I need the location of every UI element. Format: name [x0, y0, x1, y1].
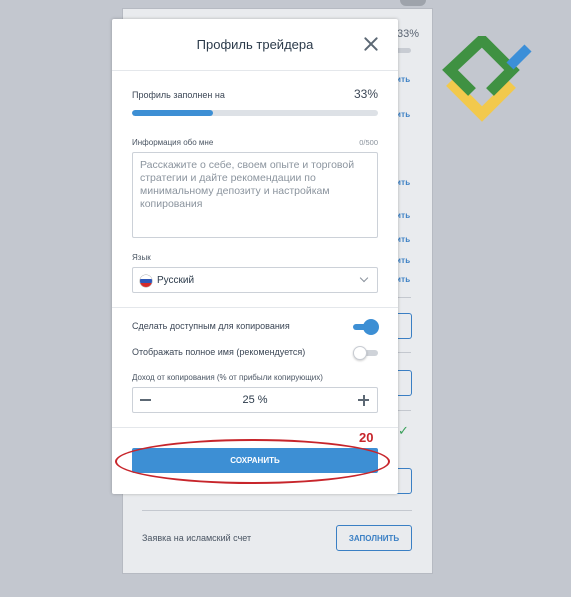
background-link: ить: [396, 256, 411, 265]
fill-button[interactable]: ЗАПОЛНИТЬ: [336, 525, 412, 551]
background-link: ить: [396, 75, 411, 84]
profile-progress-label: Профиль заполнен на: [132, 90, 225, 100]
background-link: ить: [396, 275, 411, 284]
modal-header: Профиль трейдера: [112, 19, 398, 71]
show-full-name-toggle[interactable]: [353, 346, 378, 360]
annotation-step-number: 20: [359, 430, 374, 445]
background-percent: 33%: [397, 28, 420, 40]
show-full-name-label: Отображать полное имя (рекомендуется): [132, 347, 306, 357]
about-textarea[interactable]: [132, 152, 378, 238]
background-progress-bar: [396, 48, 411, 53]
check-icon: ✓: [398, 423, 409, 438]
background-button: [396, 313, 412, 339]
about-char-counter: 0/500: [359, 138, 378, 147]
copy-income-label: Доход от копирования (% от прибыли копир…: [132, 373, 323, 382]
annotation-highlight-oval: [115, 439, 390, 484]
background-divider: [142, 510, 412, 511]
language-label: Язык: [132, 253, 151, 262]
litefinance-logo-icon: [442, 36, 532, 122]
background-button: [396, 468, 412, 494]
profile-progress-fill: [132, 110, 214, 116]
background-divider: [396, 297, 411, 298]
background-divider: [396, 352, 411, 353]
minus-icon[interactable]: [133, 388, 159, 412]
background-link: ить: [396, 235, 411, 244]
copy-enabled-label: Сделать доступным для копирования: [132, 321, 290, 331]
modal-title: Профиль трейдера: [196, 37, 314, 52]
language-value: Русский: [157, 275, 195, 286]
copy-income-value[interactable]: 25 %: [163, 394, 347, 406]
islamic-account-label: Заявка на исламский счет: [142, 533, 252, 543]
profile-progress-value: 33%: [353, 87, 378, 101]
divider: [112, 427, 398, 428]
plus-icon[interactable]: [351, 388, 377, 412]
background-avatar: [400, 0, 426, 6]
divider: [112, 307, 398, 308]
copy-income-stepper: 25 %: [132, 387, 378, 413]
language-select[interactable]: Русский: [132, 267, 378, 293]
background-divider: [396, 410, 411, 411]
background-link: ить: [396, 178, 411, 187]
russian-flag-icon: [140, 275, 152, 287]
background-link: ить: [396, 110, 411, 119]
background-link: ить: [396, 211, 411, 220]
close-icon[interactable]: [362, 35, 380, 53]
background-button: [396, 370, 412, 396]
about-label: Информация обо мне: [132, 138, 214, 147]
chevron-down-icon: [359, 273, 369, 283]
trader-profile-modal: Профиль трейдера Профиль заполнен на 33%…: [112, 19, 398, 494]
copy-enabled-toggle[interactable]: [353, 320, 378, 334]
profile-progress-bar: [132, 110, 378, 116]
